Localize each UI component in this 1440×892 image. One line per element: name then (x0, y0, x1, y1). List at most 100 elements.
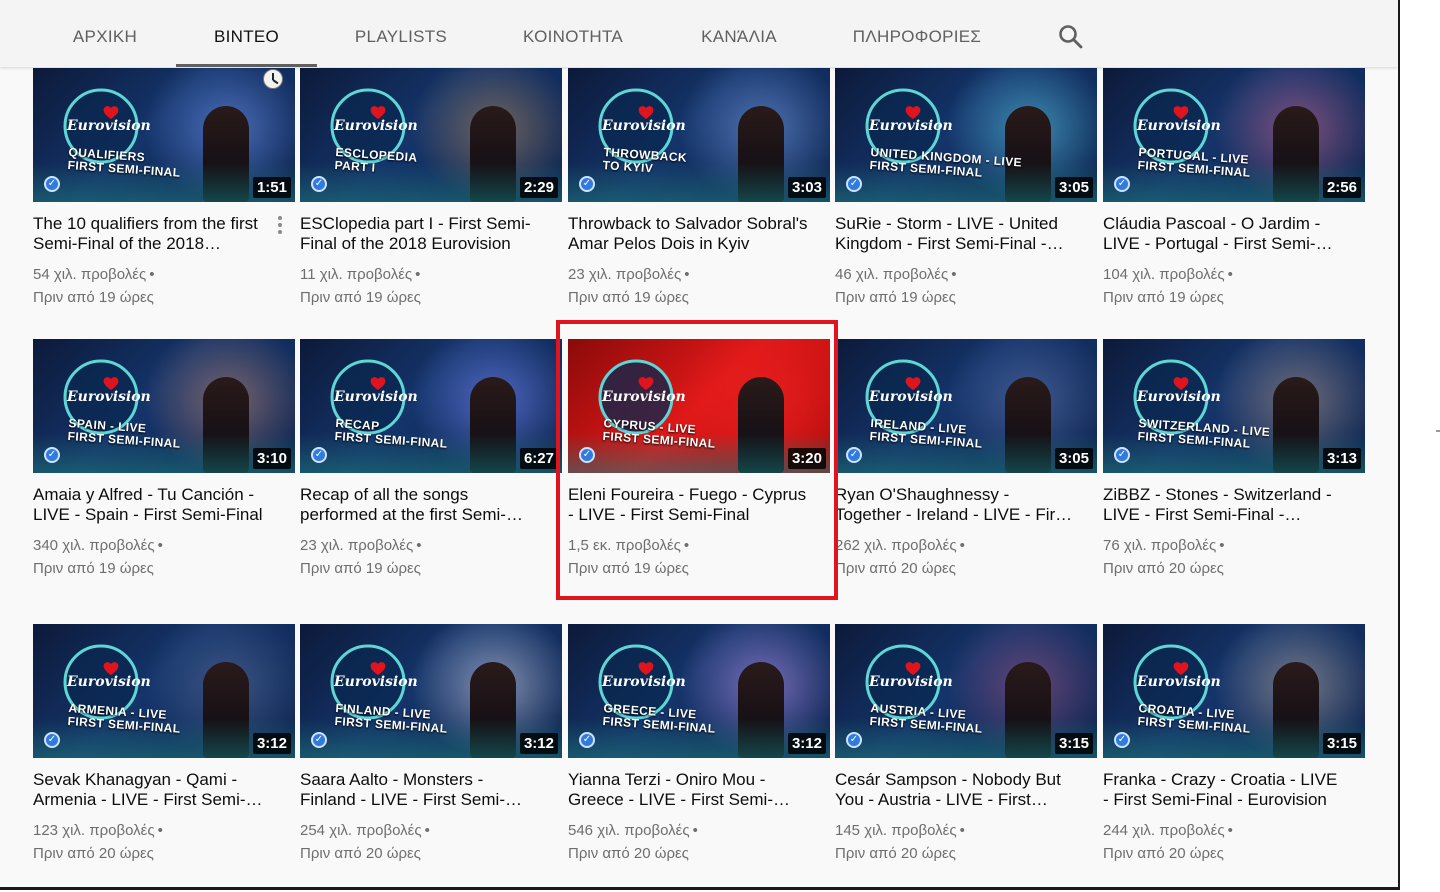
video-title[interactable]: Recap of all the songs performed at the … (300, 485, 540, 525)
video-card[interactable]: Eurovision RECAP FIRST SEMI-FINAL ✓ 6:27 Reca… (300, 339, 562, 584)
verified-check-icon: ✓ (44, 732, 60, 748)
verified-check-icon: ✓ (846, 176, 862, 192)
duration-badge: 3:03 (787, 177, 826, 198)
video-card[interactable]: Eurovision FINLAND - LIVE FIRST SEMI-FINAL… (300, 624, 562, 869)
video-thumbnail[interactable]: Eurovision PORTUGAL - LIVE FIRST SEMI-FINA… (1103, 68, 1365, 202)
video-title[interactable]: Ryan O'Shaughnessy - Together - Ireland … (835, 485, 1075, 525)
video-card[interactable]: Eurovision SWITZERLAND - LIVE FIRST SEMI-F… (1103, 339, 1365, 584)
verified-check-icon: ✓ (44, 447, 60, 463)
video-title[interactable]: Yianna Terzi - Oniro Mou - Greece - LIVE… (568, 770, 808, 810)
view-count: 546 χιλ. προβολές • (568, 822, 698, 839)
video-thumbnail[interactable]: Eurovision FINLAND - LIVE FIRST SEMI-FINAL… (300, 624, 562, 758)
video-thumbnail[interactable]: Eurovision CROATIA - LIVE FIRST SEMI-FINAL… (1103, 624, 1365, 758)
duration-badge: 2:29 (519, 177, 558, 198)
tab-playlists[interactable]: PLAYLISTS (338, 0, 464, 67)
video-card[interactable]: Eurovision CROATIA - LIVE FIRST SEMI-FINAL… (1103, 624, 1365, 869)
video-thumbnail[interactable]: Eurovision UNITED KINGDOM - LIVE FIRST SEM… (835, 68, 1097, 202)
video-title[interactable]: ZiBBZ - Stones - Switzerland - LIVE - Fi… (1103, 485, 1343, 525)
video-card[interactable]: Eurovision SPAIN - LIVE FIRST SEMI-FINAL ✓ 3… (33, 339, 295, 584)
upload-age: Πριν από 19 ώρες (835, 289, 956, 306)
video-thumbnail[interactable]: Eurovision THROWBACK TO KYIV ✓ 3:03 (568, 68, 830, 202)
video-title[interactable]: ESClopedia part I - First Semi-Final of … (300, 214, 540, 254)
upload-age: Πριν από 20 ώρες (835, 845, 956, 862)
video-thumbnail[interactable]: Eurovision QUALIFIERS FIRST SEMI-FINAL ✓ 1:5… (33, 68, 295, 202)
tab-home[interactable]: ΑΡΧΙΚΗ (40, 0, 170, 67)
view-count: 262 χιλ. προβολές • (835, 537, 965, 554)
verified-check-icon: ✓ (311, 732, 327, 748)
tab-community[interactable]: ΚΟΙΝΟΤΗΤΑ (505, 0, 641, 67)
search-button[interactable] (1056, 22, 1086, 52)
eurovision-wordmark: Eurovision (869, 118, 953, 134)
video-thumbnail[interactable]: Eurovision GREECE - LIVE FIRST SEMI-FINAL ✓… (568, 624, 830, 758)
video-thumbnail[interactable]: Eurovision SPAIN - LIVE FIRST SEMI-FINAL ✓ 3… (33, 339, 295, 473)
video-thumbnail[interactable]: Eurovision RECAP FIRST SEMI-FINAL ✓ 6:27 (300, 339, 562, 473)
view-count-text: 262 χιλ. προβολές (835, 537, 957, 554)
separator-dot: • (959, 537, 965, 554)
separator-dot: • (951, 266, 957, 283)
video-title[interactable]: Throwback to Salvador Sobral's Amar Pelo… (568, 214, 808, 254)
separator-dot: • (1227, 266, 1233, 283)
upload-age: Πριν από 20 ώρες (568, 845, 689, 862)
video-card[interactable]: Eurovision ARMENIA - LIVE FIRST SEMI-FINAL… (33, 624, 295, 869)
tab-videos[interactable]: ΒΙΝΤΕΟ (176, 0, 317, 67)
upload-age: Πριν από 20 ώρες (33, 845, 154, 862)
view-count-text: 244 χιλ. προβολές (1103, 822, 1225, 839)
video-card[interactable]: Eurovision QUALIFIERS FIRST SEMI-FINAL ✓ 1:5… (33, 68, 295, 313)
eurovision-wordmark: Eurovision (869, 674, 953, 690)
video-title[interactable]: Sevak Khanagyan - Qami - Armenia - LIVE … (33, 770, 273, 810)
view-count: 46 χιλ. προβολές • (835, 266, 956, 283)
verified-check-icon: ✓ (311, 447, 327, 463)
video-card[interactable]: Eurovision THROWBACK TO KYIV ✓ 3:03 Throwback… (568, 68, 830, 313)
video-title[interactable]: Franka - Crazy - Croatia - LIVE - First … (1103, 770, 1343, 810)
duration-badge: 3:12 (519, 733, 558, 754)
video-card[interactable]: Eurovision GREECE - LIVE FIRST SEMI-FINAL ✓… (568, 624, 830, 869)
video-title[interactable]: Cesár Sampson - Nobody But You - Austria… (835, 770, 1075, 810)
separator-dot: • (157, 822, 163, 839)
view-count-text: 76 χιλ. προβολές (1103, 537, 1217, 554)
upload-age: Πριν από 19 ώρες (1103, 289, 1224, 306)
view-count-text: 11 χιλ. προβολές (300, 266, 413, 283)
duration-badge: 3:05 (1054, 177, 1093, 198)
video-card[interactable]: Eurovision UNITED KINGDOM - LIVE FIRST SEM… (835, 68, 1097, 313)
verified-check-icon: ✓ (1114, 732, 1130, 748)
separator-dot: • (959, 822, 965, 839)
video-title[interactable]: SuRie - Storm - LIVE - United Kingdom - … (835, 214, 1075, 254)
tab-about[interactable]: ΠΛΗΡΟΦΟΡΙΕΣ (842, 0, 992, 67)
video-card[interactable]: Eurovision AUSTRIA - LIVE FIRST SEMI-FINAL… (835, 624, 1097, 869)
video-card[interactable]: Eurovision ESCLOPEDIA PART I ✓ 2:29 ESClopedi… (300, 68, 562, 313)
highlight-box (556, 320, 838, 600)
view-count: 104 χιλ. προβολές • (1103, 266, 1233, 283)
verified-check-icon: ✓ (1114, 447, 1130, 463)
video-title[interactable]: Saara Aalto - Monsters - Finland - LIVE … (300, 770, 540, 810)
view-count-text: 23 χιλ. προβολές (568, 266, 682, 283)
watch-later-clock-icon[interactable] (263, 69, 283, 89)
video-thumbnail[interactable]: Eurovision IRELAND - LIVE FIRST SEMI-FINAL… (835, 339, 1097, 473)
video-thumbnail[interactable]: Eurovision SWITZERLAND - LIVE FIRST SEMI-F… (1103, 339, 1365, 473)
tab-channels[interactable]: ΚΑΝΆΛΙΑ (684, 0, 794, 67)
duration-badge: 6:27 (519, 448, 558, 469)
view-count: 254 χιλ. προβολές • (300, 822, 430, 839)
eurovision-wordmark: Eurovision (334, 674, 418, 690)
more-actions-icon[interactable] (275, 214, 285, 238)
video-thumbnail[interactable]: Eurovision ARMENIA - LIVE FIRST SEMI-FINAL… (33, 624, 295, 758)
video-thumbnail[interactable]: Eurovision AUSTRIA - LIVE FIRST SEMI-FINAL… (835, 624, 1097, 758)
upload-age: Πριν από 19 ώρες (300, 560, 421, 577)
video-thumbnail[interactable]: Eurovision ESCLOPEDIA PART I ✓ 2:29 (300, 68, 562, 202)
duration-badge: 3:05 (1054, 448, 1093, 469)
verified-check-icon: ✓ (1114, 176, 1130, 192)
duration-badge: 1:51 (252, 177, 291, 198)
duration-badge: 3:10 (252, 448, 291, 469)
view-count-text: 123 χιλ. προβολές (33, 822, 155, 839)
video-title[interactable]: Cláudia Pascoal - O Jardim - LIVE - Port… (1103, 214, 1343, 254)
view-count-text: 254 χιλ. προβολές (300, 822, 422, 839)
duration-badge: 3:15 (1054, 733, 1093, 754)
separator-dot: • (684, 266, 690, 283)
video-card[interactable]: Eurovision IRELAND - LIVE FIRST SEMI-FINAL… (835, 339, 1097, 584)
eurovision-wordmark: Eurovision (67, 118, 151, 134)
video-title[interactable]: Amaia y Alfred - Tu Canción - LIVE - Spa… (33, 485, 273, 525)
video-card[interactable]: Eurovision PORTUGAL - LIVE FIRST SEMI-FINA… (1103, 68, 1365, 313)
separator-dot: • (415, 266, 421, 283)
upload-age: Πριν από 20 ώρες (1103, 845, 1224, 862)
video-title[interactable]: The 10 qualifiers from the first Semi-Fi… (33, 214, 273, 254)
verified-check-icon: ✓ (311, 176, 327, 192)
